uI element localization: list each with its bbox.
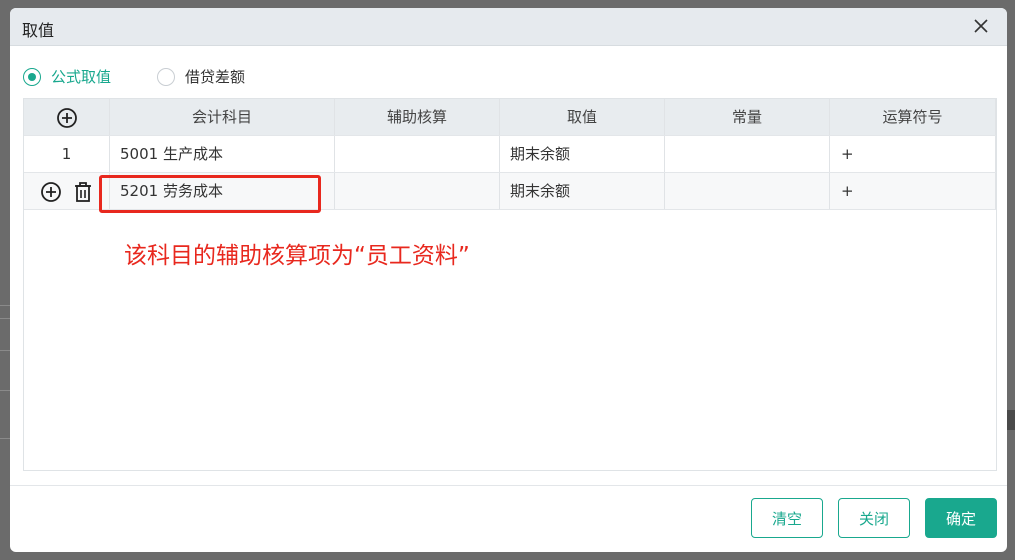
table-header-row: 会计科目 辅助核算 取值 常量 运算符号 [24,99,996,136]
auxiliary-cell[interactable] [335,136,500,172]
plus-circle-icon[interactable] [56,107,78,129]
operator-cell[interactable]: + [830,173,996,209]
header-add-cell [24,99,110,135]
radio-debit-credit-difference[interactable]: 借贷差额 [157,66,245,87]
row-actions [24,173,110,209]
radio-unchecked-icon [157,67,175,86]
plus-circle-icon[interactable] [40,181,62,203]
close-icon[interactable] [969,14,993,38]
column-header: 运算符号 [830,99,996,135]
row-index: 1 [24,136,110,172]
account-cell[interactable]: 5001 生产成本 [110,136,335,172]
constant-cell[interactable] [665,136,830,172]
radio-checked-icon [23,67,41,86]
radio-label: 公式取值 [51,68,112,86]
value-dialog: 取值 公式取值 借贷差额 会计科目 辅助核算 取值 常量 运算符号 1 5001… [10,8,1007,552]
column-header: 取值 [500,99,665,135]
operator-cell[interactable]: + [830,136,996,172]
column-header: 常量 [665,99,830,135]
radio-formula-value[interactable]: 公式取值 [23,66,111,87]
annotation-text: 该科目的辅助核算项为“员工资料” [124,243,470,269]
formula-table: 会计科目 辅助核算 取值 常量 运算符号 1 5001 生产成本 期末余额 + [23,98,997,471]
dialog-title: 取值 [22,21,55,40]
clear-button[interactable]: 清空 [751,498,823,538]
confirm-button[interactable]: 确定 [925,498,997,538]
annotation-highlight-box [99,175,321,213]
value-cell[interactable]: 期末余额 [500,173,665,209]
backdrop-text-fragment [1007,410,1015,430]
column-header: 会计科目 [110,99,335,135]
value-cell[interactable]: 期末余额 [500,136,665,172]
radio-label: 借贷差额 [185,68,246,86]
dialog-header: 取值 [10,8,1007,46]
footer-divider [10,485,1007,486]
constant-cell[interactable] [665,173,830,209]
column-header: 辅助核算 [335,99,500,135]
trash-icon[interactable] [73,181,93,203]
table-row[interactable]: 1 5001 生产成本 期末余额 + [24,136,996,173]
auxiliary-cell[interactable] [335,173,500,209]
close-button[interactable]: 关闭 [838,498,910,538]
